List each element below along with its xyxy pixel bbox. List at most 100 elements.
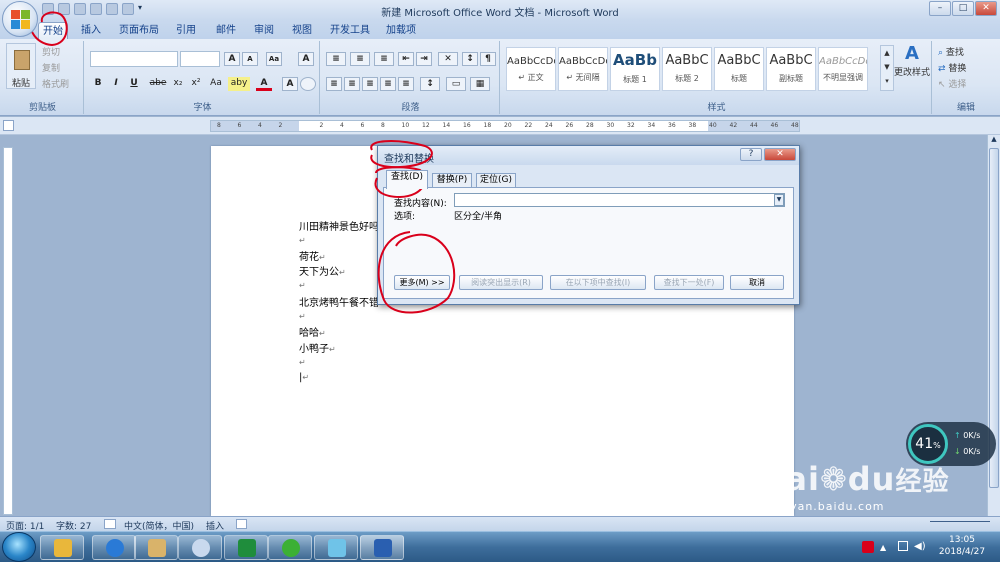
taskbar-sogou[interactable] [92,535,136,560]
start-button[interactable] [2,532,36,562]
tab-view[interactable]: 视图 [288,22,316,39]
font-color-icon[interactable]: A [256,77,272,91]
doc-line[interactable]: 川田精神景色好吗 [299,218,379,233]
doc-line[interactable]: 荷花↵ [299,248,326,263]
style-normal[interactable]: AaBbCcDd ↵ 正文 [506,47,556,91]
line-spacing-icon[interactable]: ↕ [420,77,440,91]
strikethrough-button[interactable]: abe [148,77,168,91]
maximize-button[interactable]: □ [952,1,974,16]
doc-line[interactable]: 哈哈↵ [299,324,326,339]
taskbar-files[interactable] [134,535,178,560]
multilevel-list-icon[interactable]: ≡ [374,52,394,66]
horizontal-ruler[interactable]: 8 6 4 2 2 4 6 8 10 12 14 16 18 20 22 24 26 28 30 32 34 36 38 40… [210,120,800,132]
dialog-help-button[interactable]: ? [740,148,762,161]
clear-format-icon[interactable]: Aa [266,52,282,66]
style-subtle-emphasis[interactable]: AaBbCcDd 不明显强调 [818,47,868,91]
bullets-icon[interactable]: ≡ [326,52,346,66]
tray-expand-icon[interactable]: ▲ [880,543,886,552]
cancel-button[interactable]: 取消 [730,275,784,290]
increase-indent-icon[interactable]: ⇥ [416,52,432,66]
taskbar-explorer[interactable] [40,535,84,560]
doc-line[interactable]: 天下为公↵ [299,263,346,278]
tab-developer[interactable]: 开发工具 [326,22,374,39]
qat-dropdown-icon[interactable]: ▾ [138,3,150,15]
new-doc-icon[interactable] [90,3,102,15]
tab-references[interactable]: 引用 [172,22,200,39]
taskbar-app[interactable] [314,535,358,560]
shading-icon[interactable]: ▭ [446,77,466,91]
vertical-ruler[interactable] [3,147,13,515]
subscript-button[interactable]: x₂ [170,77,186,91]
save-icon[interactable] [42,3,54,15]
format-painter-button[interactable]: 格式刷 [42,77,69,90]
dialog-title-bar[interactable]: 查找和替换 [378,146,799,165]
justify-icon[interactable]: ≡ [380,77,396,91]
macro-record-icon[interactable] [236,519,247,529]
numbering-icon[interactable]: ≡ [350,52,370,66]
scroll-up-icon[interactable]: ▲ [989,135,999,147]
tab-home[interactable]: 开始 [38,22,68,39]
italic-button[interactable]: I [108,77,124,91]
tab-insert[interactable]: 插入 [76,22,106,39]
paste-button[interactable]: 粘贴 [6,43,36,89]
tray-sogou-icon[interactable] [862,541,874,553]
taskbar-wechat[interactable] [268,535,312,560]
taskbar-word[interactable] [360,535,404,560]
doc-line[interactable]: 北京烤鸭午餐不错 [299,294,379,309]
tab-page-layout[interactable]: 页面布局 [116,22,162,39]
char-shading-icon[interactable]: A [282,77,298,91]
redo-icon[interactable] [74,3,86,15]
taskbar-excel[interactable] [224,535,268,560]
change-case-button[interactable]: Aa [208,77,224,91]
select-button[interactable]: ↖ 选择 [938,77,966,90]
system-clock[interactable]: 13:05 2018/4/27 [930,534,994,558]
find-next-button[interactable]: 查找下一处(F) [654,275,724,290]
undo-icon[interactable] [58,3,70,15]
underline-button[interactable]: U [126,77,142,91]
superscript-button[interactable]: x² [188,77,204,91]
dialog-close-button[interactable]: ✕ [764,148,796,161]
minimize-button[interactable]: – [929,1,951,16]
tray-volume-icon[interactable]: ◀) [914,541,926,552]
align-center-icon[interactable]: ≡ [344,77,360,91]
tab-addins[interactable]: 加载项 [382,22,420,39]
bold-button[interactable]: B [90,77,106,91]
font-name-combo[interactable] [90,51,178,67]
grow-font-icon[interactable]: A [224,52,240,66]
close-button[interactable]: ✕ [975,1,997,16]
taskbar-paint[interactable] [178,535,222,560]
style-title[interactable]: AaBbC 标题 [714,47,764,91]
open-icon[interactable] [106,3,118,15]
find-dropdown-icon[interactable]: ▼ [774,194,784,206]
distributed-icon[interactable]: ≡ [398,77,414,91]
sort-icon[interactable]: ↕ [462,52,478,66]
highlight-icon[interactable]: aby [228,77,250,91]
dialog-tab-find[interactable]: 查找(D) [386,170,428,189]
font-size-combo[interactable] [180,51,220,67]
shrink-font-icon[interactable]: A [242,52,258,66]
tab-selector-icon[interactable] [3,120,14,131]
char-border-icon[interactable]: A [298,52,314,66]
reading-highlight-button[interactable]: 阅读突出显示(R) [459,275,543,290]
dialog-tab-goto[interactable]: 定位(G) [476,173,516,188]
find-button[interactable]: ⌕ 查找 [938,45,964,58]
dialog-tab-replace[interactable]: 替换(P) [432,173,472,188]
office-button[interactable] [2,1,38,37]
cut-button[interactable]: 剪切 [42,45,60,58]
tray-network-icon[interactable] [898,541,908,551]
align-right-icon[interactable]: ≡ [362,77,378,91]
change-styles-button[interactable]: A 更改样式 [894,43,930,91]
styles-scroll-icon[interactable]: ▲ ▼ ▾ [880,45,894,91]
find-in-button[interactable]: 在以下项中查找(I) [550,275,646,290]
borders-icon[interactable]: ▦ [470,77,490,91]
doc-line[interactable]: 小鸭子↵ [299,340,336,355]
style-heading-2[interactable]: AaBbC 标题 2 [662,47,712,91]
tab-mailings[interactable]: 邮件 [212,22,240,39]
find-what-input[interactable] [454,193,785,207]
decrease-indent-icon[interactable]: ⇤ [398,52,414,66]
style-subtitle[interactable]: AaBbC 副标题 [766,47,816,91]
style-no-spacing[interactable]: AaBbCcDd ↵ 无间隔 [558,47,608,91]
enclose-char-icon[interactable] [300,77,316,91]
print-preview-icon[interactable] [122,3,134,15]
replace-button[interactable]: ⇄ 替换 [938,61,966,74]
